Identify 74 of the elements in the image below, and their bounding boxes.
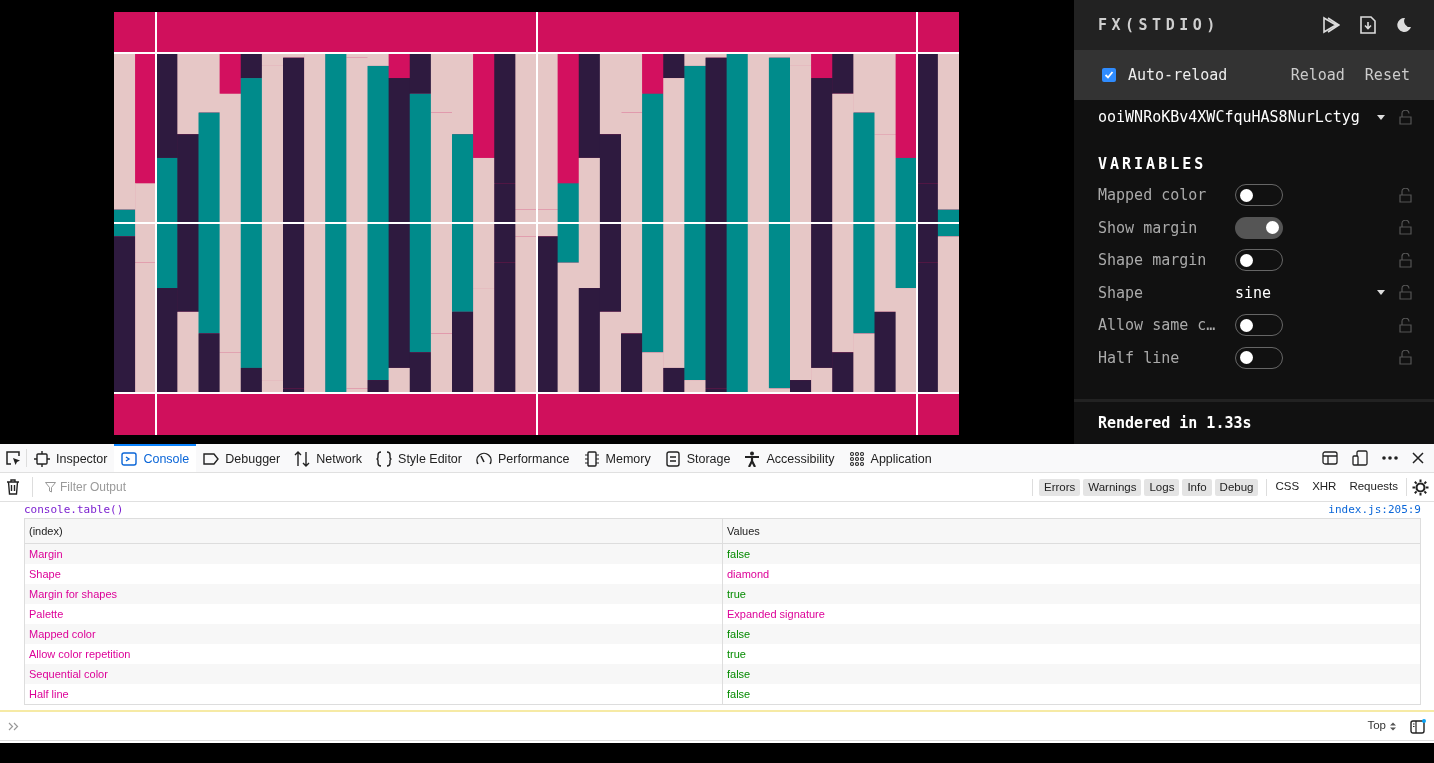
filter-button[interactable]: Logs	[1144, 478, 1180, 496]
variable-label: Shape	[1098, 282, 1145, 304]
devtools-tab[interactable]: Style Editor	[369, 444, 469, 472]
node-picker-icon	[34, 451, 50, 467]
devtools-tab[interactable]: Storage	[657, 444, 738, 472]
devtools-tab[interactable]: Memory	[576, 444, 658, 472]
column-header: Values	[726, 523, 761, 539]
dock-layout-icon[interactable]	[1322, 450, 1338, 466]
filter-icon	[45, 481, 56, 493]
sidebar-toggle-icon[interactable]	[1410, 718, 1426, 734]
settings-icon[interactable]	[1412, 478, 1429, 496]
devtools-tab[interactable]: Console	[114, 444, 197, 472]
chip-icon	[583, 451, 600, 467]
variable-label: Show margin	[1098, 217, 1199, 239]
moon-icon[interactable]	[1396, 17, 1412, 33]
text-button[interactable]: Reset	[1364, 63, 1410, 87]
up-down-caret-icon	[1390, 721, 1396, 731]
console-message: console.table()	[24, 501, 124, 518]
table-cell-text: false	[726, 666, 752, 682]
download-file-icon[interactable]	[1360, 16, 1376, 34]
responsive-design-icon[interactable]	[1352, 450, 1368, 466]
terminal-icon	[121, 451, 138, 467]
devtools-tab[interactable]: Inspector	[27, 444, 115, 472]
devtools-tab[interactable]: Application	[841, 444, 939, 472]
source-link[interactable]: index.js:205:9	[1328, 501, 1421, 519]
seed-value: ooiWNRoKBv4XWCfquHAS8NurLctyg	[1098, 106, 1361, 128]
filter-button[interactable]: CSS	[1275, 478, 1300, 496]
section-title: VARIABLES	[1097, 153, 1208, 175]
table-cell: Half line	[25, 684, 723, 704]
variable-label: Allow same c…	[1098, 315, 1217, 336]
checkbox-label: Auto-reload	[1128, 64, 1228, 86]
caret-icon[interactable]	[1377, 114, 1385, 120]
variable-label: Half line	[1098, 347, 1181, 369]
filter-button[interactable]: Info	[1182, 478, 1212, 496]
table-cell-text: false	[726, 546, 752, 562]
table-cell-text: false	[726, 626, 752, 642]
curly-braces-icon	[376, 451, 393, 467]
person-icon	[744, 451, 761, 467]
devtools-tab[interactable]: Debugger	[196, 444, 288, 472]
filter-field[interactable]: Filter Output	[60, 478, 932, 496]
prompt-icon	[8, 721, 19, 731]
table-cell-text: true	[726, 586, 747, 602]
select-value[interactable]: sine	[1235, 281, 1272, 304]
caret-icon[interactable]	[1377, 290, 1385, 296]
filter-button[interactable]: Requests	[1349, 478, 1398, 496]
devtools-tab[interactable]: Accessibility	[737, 444, 842, 472]
devtools-tab[interactable]: Performance	[468, 444, 577, 472]
filter-button[interactable]: Debug	[1214, 478, 1259, 496]
toggle-switch[interactable]	[1235, 216, 1283, 239]
variable-label: Mapped color	[1098, 185, 1208, 206]
column-header: (index)	[25, 519, 723, 543]
filter-button[interactable]: Errors	[1039, 478, 1081, 496]
storage-icon	[664, 451, 681, 467]
play-icon[interactable]	[1322, 16, 1340, 34]
gauge-icon	[475, 451, 492, 467]
variable-label: Shape margin	[1098, 250, 1208, 271]
filter-button[interactable]: XHR	[1312, 478, 1337, 496]
up-down-arrows-icon	[294, 451, 311, 467]
devtools-tab[interactable]: Network	[287, 444, 370, 472]
text-button[interactable]: Reload	[1290, 63, 1345, 87]
close-icon[interactable]	[1412, 452, 1424, 464]
context-selector[interactable]: Top	[1367, 717, 1396, 735]
grid-icon	[848, 451, 865, 467]
table-cell-text: Expanded signature	[726, 606, 826, 622]
table-cell-text: false	[726, 686, 752, 702]
table-cell-text: true	[726, 646, 747, 662]
app-logo: FX(STDIO)	[1098, 14, 1220, 36]
trash-icon[interactable]	[6, 479, 20, 495]
checkbox[interactable]	[1102, 68, 1116, 82]
filter-button[interactable]: Warnings	[1083, 478, 1142, 496]
tag-icon	[203, 451, 220, 467]
more-options-icon[interactable]	[1382, 456, 1398, 460]
element-picker-icon[interactable]	[5, 450, 21, 466]
table-cell-text: diamond	[726, 566, 771, 582]
